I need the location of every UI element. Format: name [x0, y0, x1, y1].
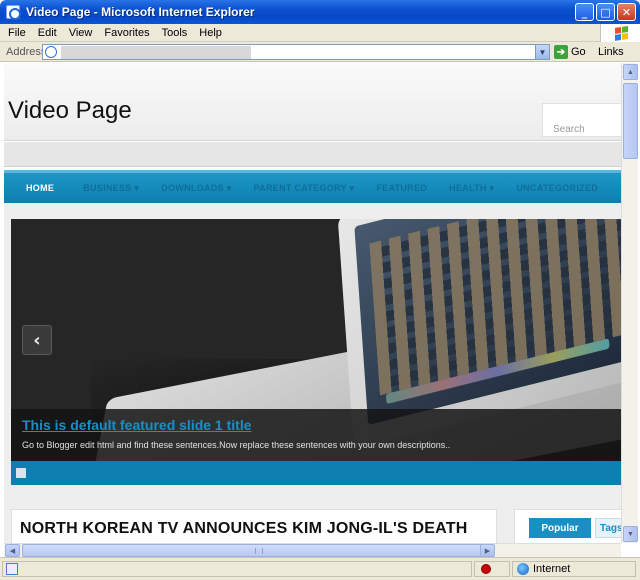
go-button[interactable]: ➔ Go [554, 45, 586, 59]
address-bar: Address ▼ ➔ Go Links [0, 42, 640, 62]
post-card: NORTH KOREAN TV ANNOUNCES KIM JONG-IL'S … [11, 509, 497, 543]
menu-file[interactable]: File [4, 27, 34, 39]
nav-uncategorized[interactable]: UNCATEGORIZED [505, 183, 609, 193]
go-arrow-icon: ➔ [554, 45, 568, 59]
slide-prev-button[interactable]: ‹ [22, 325, 52, 355]
nav-parent-category[interactable]: PARENT CATEGORY ▾ [243, 183, 366, 194]
main-navigation: HOME BUSINESS ▾ DOWNLOADS ▾ PARENT CATEG… [4, 170, 621, 203]
scroll-left-arrow-icon[interactable]: ◀ [5, 544, 20, 557]
scroll-up-arrow-icon[interactable]: ▲ [623, 64, 638, 80]
blocked-icon [481, 564, 491, 574]
windows-logo-icon [600, 24, 640, 42]
nav-health[interactable]: HEALTH ▾ [438, 183, 505, 194]
slide-pager [11, 461, 621, 485]
sidebar-tabs-widget: Popular Tags [514, 509, 621, 543]
post-title[interactable]: NORTH KOREAN TV ANNOUNCES KIM JONG-IL'S … [20, 520, 467, 538]
featured-slider: ‹ This is default featured slide 1 title… [11, 219, 621, 461]
internet-zone-icon [517, 563, 529, 575]
tab-tags[interactable]: Tags [595, 518, 621, 538]
nav-featured[interactable]: FEATURED [365, 183, 438, 193]
window-controls: _ □ ✕ [575, 3, 636, 21]
ie-icon [6, 5, 21, 20]
tab-popular[interactable]: Popular [529, 518, 591, 538]
status-zone: Internet [512, 561, 636, 577]
status-text-area [2, 561, 472, 577]
address-input[interactable]: ▼ [42, 44, 550, 60]
window-title: Video Page - Microsoft Internet Explorer [26, 5, 255, 19]
minimize-button[interactable]: _ [575, 3, 594, 21]
menu-view[interactable]: View [65, 27, 101, 39]
status-bar: Internet [0, 557, 640, 580]
pager-dot-1[interactable] [16, 468, 26, 478]
horizontal-scroll-thumb[interactable] [22, 544, 494, 557]
go-label: Go [571, 46, 586, 58]
address-url [61, 46, 251, 59]
header-strip [4, 142, 621, 167]
page-icon [45, 46, 57, 58]
maximize-button[interactable]: □ [596, 3, 615, 21]
page-status-icon [6, 563, 18, 575]
menu-tools[interactable]: Tools [158, 27, 196, 39]
links-button[interactable]: Links [598, 46, 624, 58]
menu-edit[interactable]: Edit [34, 27, 65, 39]
scroll-grip [255, 548, 263, 554]
scroll-right-arrow-icon[interactable]: ▶ [480, 544, 495, 557]
slide-title-link[interactable]: This is default featured slide 1 title [22, 417, 252, 433]
nav-business[interactable]: BUSINESS ▾ [72, 183, 150, 194]
scroll-down-arrow-icon[interactable]: ▼ [623, 526, 638, 542]
site-header: Video Page Search [4, 63, 621, 141]
address-dropdown-button[interactable]: ▼ [535, 45, 549, 59]
zone-label: Internet [533, 563, 571, 575]
nav-downloads[interactable]: DOWNLOADS ▾ [150, 183, 242, 194]
vertical-scroll-thumb[interactable] [623, 83, 638, 159]
address-label: Address [6, 45, 47, 58]
window-titlebar: Video Page - Microsoft Internet Explorer… [0, 0, 640, 24]
horizontal-scrollbar[interactable]: ◀ ▶ [4, 543, 621, 557]
slide-description: Go to Blogger edit html and find these s… [22, 440, 451, 450]
menu-bar: File Edit View Favorites Tools Help [0, 24, 640, 42]
search-placeholder: Search [553, 124, 585, 135]
slide-caption: This is default featured slide 1 title G… [11, 409, 621, 461]
status-security [474, 561, 510, 577]
nav-home[interactable]: HOME [4, 183, 72, 193]
vertical-scrollbar[interactable]: ▲ ▼ [621, 63, 638, 543]
menu-favorites[interactable]: Favorites [100, 27, 157, 39]
search-input[interactable]: Search [542, 103, 621, 137]
close-button[interactable]: ✕ [617, 3, 636, 21]
page-viewport: Video Page Search HOME BUSINESS ▾ DOWNLO… [4, 63, 621, 543]
site-title[interactable]: Video Page [8, 97, 132, 125]
menu-help[interactable]: Help [195, 27, 230, 39]
